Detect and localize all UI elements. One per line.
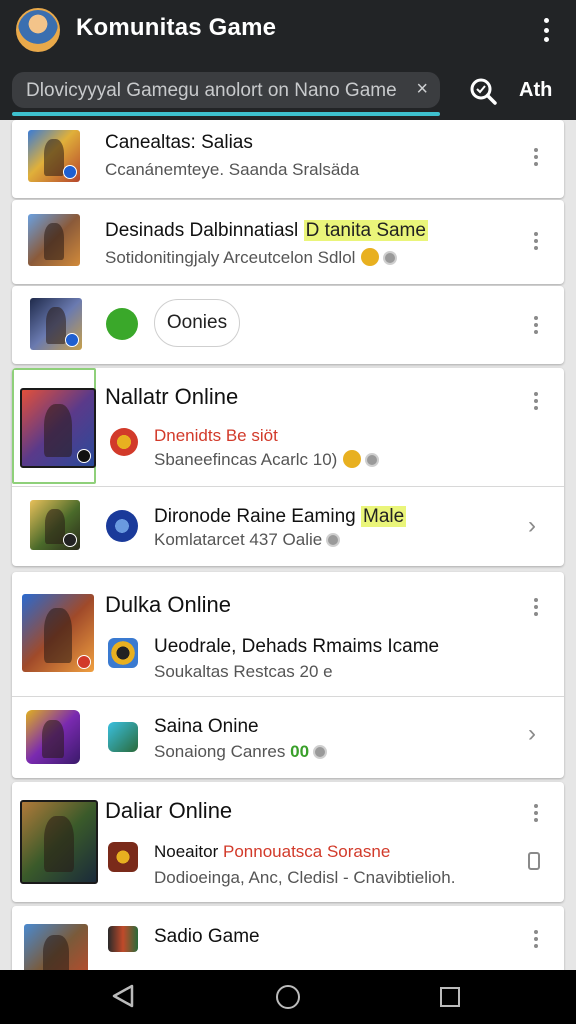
search-input[interactable]: Dlovicyyyal Gamegu anolort on Nano Game (26, 80, 406, 102)
item-title: Sadio Game (154, 926, 260, 947)
more-vert-icon[interactable] (528, 928, 544, 950)
item-subtitle: Sbaneefincas Acarlc 10) (154, 450, 380, 470)
game-thumbnail (30, 298, 82, 350)
game-icon (110, 428, 138, 456)
token-icon (383, 251, 398, 265)
bookmark-icon[interactable] (528, 852, 540, 870)
coin-icon (361, 248, 380, 266)
game-thumbnail (30, 500, 80, 550)
item-line: Ueodrale, Dehads Rmaims Icame (154, 636, 440, 657)
item-title: Desinads Dalbinnatiasl D tanita Same (105, 220, 428, 241)
search-action-button[interactable]: Ath (519, 79, 552, 102)
game-icon (106, 308, 138, 340)
more-vert-icon[interactable] (536, 16, 556, 44)
avatar[interactable] (16, 8, 60, 52)
search-field[interactable]: Dlovicyyyal Gamegu anolort on Nano Game … (12, 72, 440, 108)
game-thumbnail (20, 800, 98, 884)
chevron-right-icon[interactable]: › (528, 720, 536, 748)
more-vert-icon[interactable] (528, 230, 544, 252)
game-thumbnail (28, 130, 80, 182)
token-icon (313, 745, 328, 759)
game-thumbnail (20, 388, 96, 468)
token-icon (365, 453, 380, 467)
app-title: Komunitas Game (76, 14, 277, 41)
item-title: Nallatr Online (105, 384, 239, 409)
game-icon (108, 842, 138, 872)
item-title: Saina Onine (154, 716, 259, 737)
item-line: Noeaitor Ponnouatsca Sorasne (154, 842, 391, 861)
title-highlight: Male (361, 506, 407, 527)
more-vert-icon[interactable] (528, 802, 544, 824)
filter-chip[interactable]: Oonies (154, 299, 240, 347)
game-thumbnail (26, 710, 80, 764)
coin-icon (343, 450, 362, 468)
game-icon (106, 510, 138, 542)
system-nav-bar (0, 970, 576, 1024)
list-group: Dulka Online Ueodrale, Dehads Rmaims Ica… (12, 572, 564, 778)
app-bar: Komunitas Game Dlovicyyyal Gamegu anolor… (0, 0, 576, 120)
item-subtitle: Soukaltas Restcas 20 e (154, 662, 333, 681)
home-icon[interactable] (276, 985, 300, 1009)
item-title: Daliar Online (105, 798, 233, 823)
game-list: Canealtas: Salias Ccanánemteye. Saanda S… (0, 120, 576, 970)
more-vert-icon[interactable] (528, 390, 544, 412)
list-item[interactable]: Sadio Game (12, 906, 564, 970)
search-icon[interactable] (468, 76, 498, 106)
game-icon (108, 722, 138, 752)
item-title: Dironode Raine Eaming Male (154, 506, 407, 527)
search-underline (12, 112, 440, 116)
more-vert-icon[interactable] (528, 596, 544, 618)
item-subtitle: Sotidonitingjaly Arceutcelon Sdlol (105, 248, 398, 268)
more-vert-icon[interactable] (528, 314, 544, 336)
recents-icon[interactable] (440, 987, 460, 1007)
more-vert-icon[interactable] (528, 146, 544, 168)
token-icon (326, 533, 341, 547)
game-icon (108, 926, 138, 952)
title-highlight: D tanita Same (303, 220, 428, 241)
game-thumbnail (28, 214, 80, 266)
game-thumbnail (24, 924, 88, 970)
close-icon[interactable]: × (416, 78, 428, 101)
list-group: Nallatr Online Dnenidts Be siöt Sbaneefi… (12, 368, 564, 566)
item-title: Canealtas: Salias (105, 132, 253, 153)
game-icon (108, 638, 138, 668)
chevron-right-icon[interactable]: › (528, 512, 536, 540)
item-title: Dulka Online (105, 592, 231, 617)
item-count: 00 (290, 742, 310, 761)
game-thumbnail (22, 594, 94, 672)
list-item[interactable]: Desinads Dalbinnatiasl D tanita Same Sot… (12, 200, 564, 284)
item-subtitle: Sonaiong Canres 00 (154, 742, 328, 762)
item-subtitle: Komlatarcet 437 Oalie (154, 530, 341, 550)
item-status: Dnenidts Be siöt (154, 426, 278, 445)
list-item[interactable]: Oonies (12, 286, 564, 364)
item-subtitle: Dodioeinga, Anc, Cledisl - Cnavibtielioh… (154, 868, 456, 887)
item-subtitle: Ccanánemteye. Saanda Sralsäda (105, 160, 360, 179)
list-item[interactable]: Canealtas: Salias Ccanánemteye. Saanda S… (12, 120, 564, 198)
list-item[interactable]: Daliar Online Noeaitor Ponnouatsca Soras… (12, 782, 564, 902)
back-icon[interactable] (112, 984, 134, 1008)
